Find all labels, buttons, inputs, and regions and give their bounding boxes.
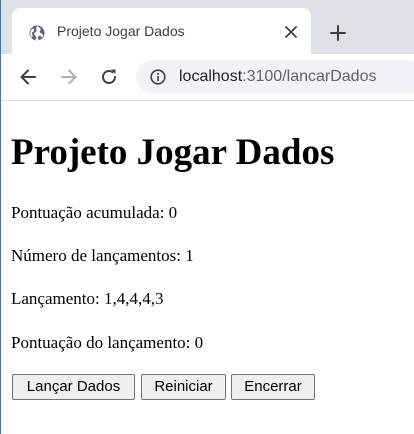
address-bar[interactable]: localhost:3100/lancarDados — [136, 60, 414, 94]
plus-icon[interactable] — [329, 24, 347, 42]
back-arrow-icon[interactable] — [18, 67, 38, 87]
tab-title: Projeto Jogar Dados — [57, 23, 185, 39]
accumulated-score: Pontuação acumulada: 0 — [11, 203, 178, 222]
dice-roll: Lançamento: 1,4,4,4,3 — [11, 289, 164, 308]
info-icon[interactable] — [150, 69, 166, 85]
globe-icon — [29, 25, 45, 41]
tab-strip: Projeto Jogar Dados — [1, 0, 414, 54]
reload-icon[interactable] — [99, 67, 119, 87]
url-host: localhost — [179, 68, 243, 85]
roll-dice-button[interactable]: Lançar Dados — [12, 374, 135, 400]
browser-window: Projeto Jogar Dados localhost:3100/lanca… — [0, 0, 414, 434]
forward-arrow-icon[interactable] — [59, 67, 79, 87]
page-content: Projeto Jogar Dados Pontuação acumulada:… — [1, 101, 414, 434]
restart-button[interactable]: Reiniciar — [141, 374, 226, 400]
url-text[interactable]: localhost:3100/lancarDados — [179, 68, 376, 86]
roll-count: Número de lançamentos: 1 — [11, 246, 194, 265]
roll-score: Pontuação do lançamento: 0 — [11, 333, 204, 352]
close-icon[interactable] — [284, 25, 298, 39]
browser-tab[interactable]: Projeto Jogar Dados — [12, 8, 311, 54]
url-path: :3100/lancarDados — [242, 68, 377, 85]
browser-toolbar: localhost:3100/lancarDados — [1, 54, 414, 100]
page-title: Projeto Jogar Dados — [11, 132, 335, 173]
finish-button[interactable]: Encerrar — [231, 374, 315, 400]
